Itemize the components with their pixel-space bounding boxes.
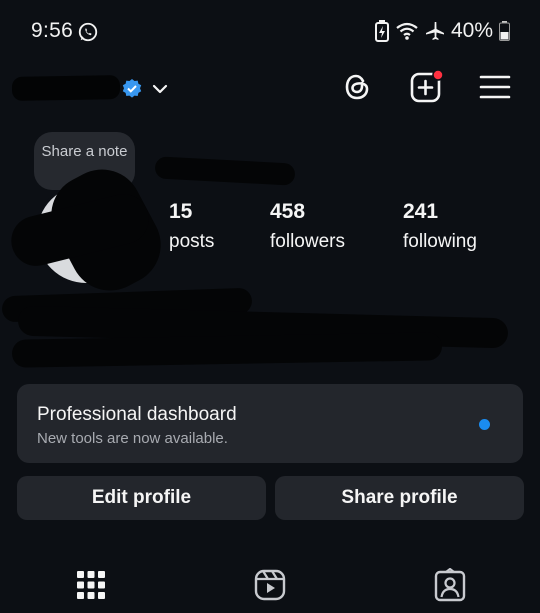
share-profile-button[interactable]: Share profile: [275, 476, 524, 520]
battery-icon: [499, 21, 510, 41]
dashboard-subtitle: New tools are now available.: [37, 430, 228, 447]
battery-saver-icon: [374, 20, 389, 42]
posts-label: posts: [169, 231, 215, 252]
new-indicator-dot: [479, 419, 490, 430]
followers-label: followers: [270, 231, 345, 252]
following-label: following: [403, 231, 477, 252]
followers-count: 458: [270, 200, 306, 223]
edit-profile-button[interactable]: Edit profile: [17, 476, 266, 520]
redacted-username[interactable]: [11, 75, 121, 101]
redaction-scribble: [11, 332, 443, 368]
stat-followers[interactable]: 458 followers: [270, 200, 345, 253]
hamburger-menu-icon[interactable]: [478, 70, 512, 104]
tagged-icon[interactable]: [433, 568, 467, 602]
stat-posts[interactable]: 15 posts: [169, 200, 214, 253]
note-text: Share a note: [41, 143, 128, 160]
profile-screen: 9:56 40% Share a note 15 posts 458 follo…: [0, 0, 540, 613]
status-bar: 9:56 40%: [0, 0, 540, 62]
reels-icon[interactable]: [253, 568, 287, 602]
airplane-icon: [425, 22, 444, 40]
wifi-icon: [396, 22, 418, 40]
dashboard-title: Professional dashboard: [37, 404, 237, 425]
verified-badge-icon: [122, 79, 142, 98]
following-count: 241: [403, 200, 439, 223]
battery-percent: 40%: [450, 19, 493, 42]
professional-dashboard-card[interactable]: Professional dashboard New tools are now…: [17, 384, 523, 463]
redaction-scribble: [154, 156, 296, 186]
grid-icon[interactable]: [74, 568, 108, 602]
status-time: 9:56: [31, 19, 74, 42]
threads-icon[interactable]: [340, 70, 374, 104]
create-post-icon[interactable]: [409, 70, 443, 104]
chevron-down-icon[interactable]: [151, 80, 169, 98]
top-nav: [0, 62, 540, 118]
whatsapp-icon: [78, 22, 98, 42]
stat-following[interactable]: 241 following: [403, 200, 477, 253]
posts-count: 15: [169, 200, 193, 223]
